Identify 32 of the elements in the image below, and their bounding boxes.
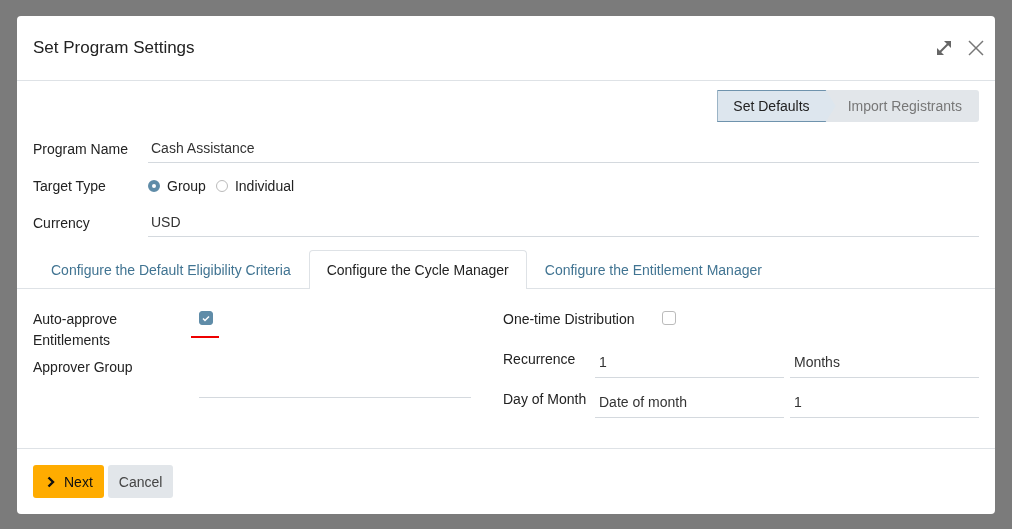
text-field[interactable]: 1 bbox=[790, 387, 979, 418]
field-label: Currency bbox=[33, 214, 91, 231]
field-label: Target Type bbox=[33, 177, 107, 194]
radio-label[interactable]: Individual bbox=[234, 177, 295, 194]
checkbox[interactable] bbox=[199, 311, 213, 325]
radio-button[interactable] bbox=[148, 179, 160, 192]
field-label: Approver Group bbox=[33, 358, 134, 377]
text-field[interactable]: Months bbox=[790, 347, 979, 378]
tab[interactable]: Configure the Cycle Manager bbox=[308, 250, 527, 289]
close-icon[interactable] bbox=[967, 39, 985, 57]
tab[interactable]: Configure the Default Eligibility Criteria bbox=[33, 250, 309, 288]
expand-icon[interactable] bbox=[935, 39, 953, 57]
text-field[interactable]: Date of month bbox=[595, 387, 784, 418]
cancel-button[interactable]: Cancel bbox=[107, 465, 174, 498]
field-label: Recurrence bbox=[503, 350, 577, 369]
field-label: Auto-approve Entitlements bbox=[33, 310, 119, 350]
tab[interactable]: Configure the Entitlement Manager bbox=[526, 250, 780, 288]
text-field[interactable]: USD bbox=[148, 208, 979, 237]
radio-label[interactable]: Group bbox=[167, 177, 206, 194]
field-label: Day of Month bbox=[503, 390, 588, 409]
next-button[interactable]: Next bbox=[33, 465, 104, 498]
wizard-step[interactable]: Set Defaults bbox=[717, 90, 836, 122]
text-field[interactable]: 1 bbox=[595, 347, 784, 378]
chevron-icon bbox=[47, 475, 55, 488]
field-label: Program Name bbox=[33, 140, 129, 157]
text-field[interactable]: Cash Assistance bbox=[148, 134, 979, 163]
emphasis-underline bbox=[191, 336, 219, 338]
wizard-step[interactable]: Import Registrants bbox=[825, 90, 979, 122]
checkmark-icon bbox=[202, 314, 210, 322]
checkbox[interactable] bbox=[662, 311, 676, 325]
dialog-title: Set Program Settings bbox=[33, 38, 196, 58]
field-label: One-time Distribution bbox=[503, 310, 636, 329]
